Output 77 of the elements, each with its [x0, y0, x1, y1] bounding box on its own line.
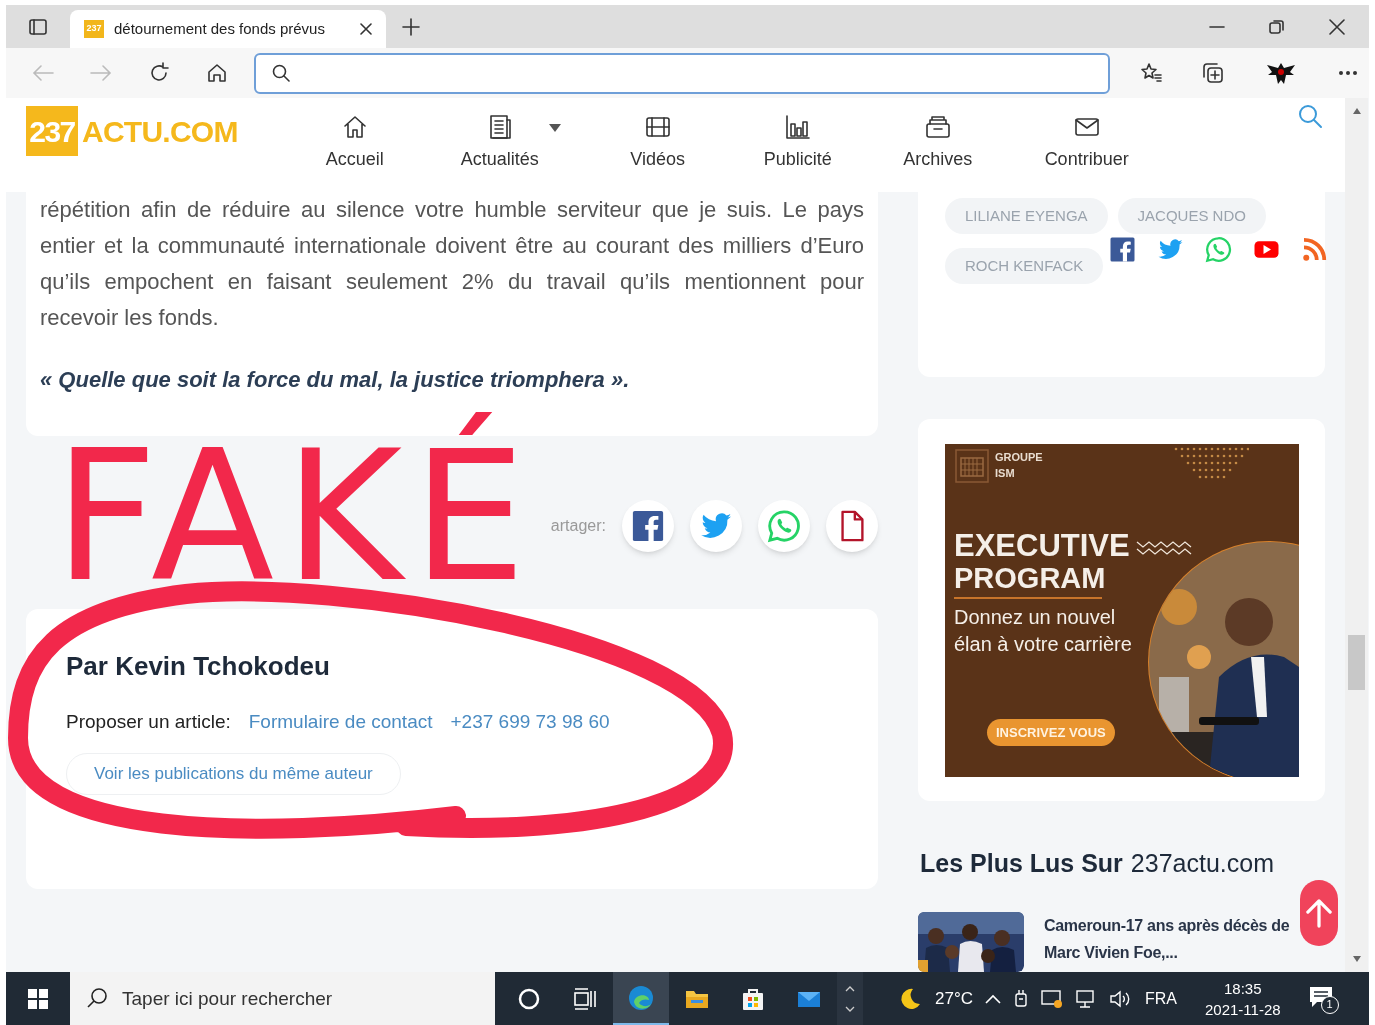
ad-brand-text: GROUPE	[995, 450, 1043, 466]
contact-link[interactable]: +237 699 73 98 60	[450, 708, 610, 737]
new-tab-icon[interactable]	[402, 17, 420, 36]
ad-headline: EXECUTIVE	[954, 530, 1130, 563]
ad-body-text: Donnez un nouvel élan à votre carrière	[954, 605, 1133, 658]
share-button[interactable]	[622, 500, 674, 552]
whatsapp-icon	[767, 509, 801, 543]
refresh-icon[interactable]	[148, 62, 170, 84]
network-icon[interactable]	[1075, 988, 1097, 1009]
ad-headline: PROGRAM	[954, 562, 1107, 595]
back-to-top-button[interactable]	[1300, 880, 1338, 946]
more-icon[interactable]	[1338, 70, 1358, 76]
nav-item[interactable]: Vidéos	[583, 112, 732, 173]
edge-icon	[628, 984, 654, 1011]
section-title: Les Plus Lus Sur	[920, 847, 1123, 879]
address-field[interactable]	[254, 52, 1110, 94]
propose-label: Proposer un article:	[66, 710, 231, 734]
article-link[interactable]: Cameroun-17 ans après décès de Marc Vivien Foe,...	[918, 912, 1290, 972]
facebook-icon	[631, 509, 665, 543]
ad-brand-text: ISM	[995, 466, 1016, 482]
dot-pattern-icon	[1173, 446, 1249, 481]
scroll-down-icon[interactable]	[1353, 956, 1361, 962]
film-icon	[644, 114, 671, 140]
tab-title: détournement des fonds prévus	[114, 18, 326, 39]
language-indicator[interactable]: FRA	[1145, 986, 1177, 1011]
taskbar-search-field[interactable]: Taper ici pour rechercher	[70, 972, 495, 1025]
restore-icon[interactable]	[1269, 18, 1285, 35]
taskview-icon	[572, 985, 598, 1012]
close-icon[interactable]	[360, 23, 372, 35]
author-publications-button[interactable]: Voir les publications du même auteur	[66, 752, 401, 795]
logo-number: 237	[26, 106, 78, 156]
nav-item[interactable]: Actualités	[415, 112, 584, 173]
nav-item[interactable]: Accueil	[293, 112, 416, 173]
share-label: artager:	[550, 516, 606, 536]
home-icon	[341, 114, 368, 140]
share-button[interactable]	[690, 500, 742, 552]
article-title: Cameroun-17 ans après décès de Marc Vivien Foe,...	[1044, 916, 1290, 963]
archive-icon	[924, 114, 951, 140]
temperature[interactable]: 27°C	[935, 985, 973, 1012]
scrollbar-thumb[interactable]	[1348, 635, 1365, 690]
home-icon[interactable]	[206, 62, 228, 84]
nav-item[interactable]: Archives	[863, 112, 1012, 173]
rss-icon[interactable]	[1301, 235, 1329, 263]
section-title-site: 237actu.com	[1130, 847, 1274, 879]
chevron-up-icon[interactable]	[985, 993, 1001, 1004]
search-icon[interactable]	[1297, 103, 1323, 129]
favicon: 237	[84, 20, 104, 38]
windows-icon	[28, 988, 48, 1009]
caret-icon[interactable]	[548, 124, 561, 132]
browser-tab[interactable]: 237 détournement des fonds prévus	[70, 10, 386, 48]
building-icon	[955, 449, 989, 484]
share-button[interactable]	[826, 500, 878, 552]
scroll-up-icon[interactable]	[1353, 108, 1361, 114]
collections-icon[interactable]	[1202, 62, 1224, 84]
author-byline: Par Kevin Tchokodeu	[66, 650, 331, 683]
notifications-button[interactable]: 1	[1308, 983, 1339, 1014]
contact-link[interactable]: Formulaire de contact	[248, 708, 433, 737]
arrow-up-icon	[1306, 897, 1332, 929]
search-icon	[86, 987, 108, 1009]
nav-item[interactable]: Contribuer	[1011, 112, 1162, 173]
scrollbar[interactable]	[1345, 98, 1368, 972]
scroll-up-icon[interactable]	[845, 985, 855, 992]
search-icon	[272, 64, 290, 82]
ad-banner[interactable]: GROUPE ISM EXECUTIVE PROGRAM Donnez un nouvel élan à votre carrière INSCRIVEZ VOUS	[945, 444, 1299, 778]
tab-actions-icon[interactable]	[29, 18, 47, 35]
nav-item[interactable]: Publicité	[731, 112, 864, 173]
facebook-icon[interactable]	[1109, 235, 1137, 263]
favorites-icon[interactable]	[1140, 62, 1162, 84]
article-paragraph: répétition afin de réduire au silence votre humble serviteur que je suis. Le pays entier et la communauté internationale doivent être au courant des milliers d’Euro qu’ils empochent en faisant seulement 2% du travail qu’ils mentionnent pour recevoir les fonds.	[40, 196, 864, 332]
monitor-icon[interactable]	[1041, 988, 1063, 1009]
scroll-down-icon[interactable]	[845, 1005, 855, 1012]
logo-text: ACTU.COM	[82, 113, 238, 150]
clock[interactable]: 18:35 2021-11-28	[1205, 977, 1281, 1020]
device-icon[interactable]	[1013, 988, 1029, 1009]
article-quote: « Quelle que soit la force du mal, la justice triomphera ».	[40, 366, 631, 394]
bars-icon	[784, 114, 811, 140]
close-icon[interactable]	[1329, 18, 1345, 35]
